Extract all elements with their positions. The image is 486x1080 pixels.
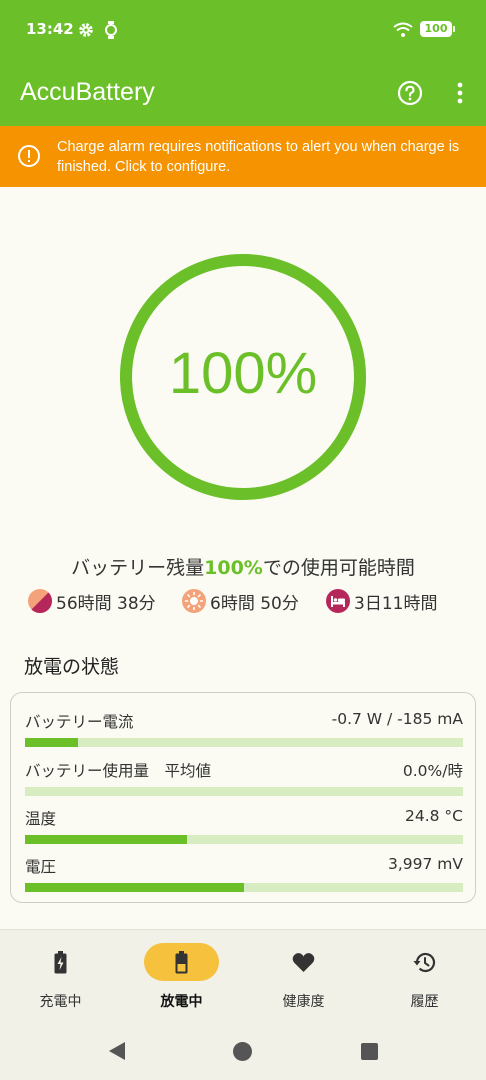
nav-label: 充電中 — [39, 994, 82, 1010]
discharge-section-title: 放電の状態 — [24, 656, 120, 678]
sleep-icon — [326, 589, 350, 613]
heart-icon — [291, 950, 316, 975]
gear-icon — [78, 22, 94, 42]
stat-bar-fill — [25, 883, 244, 892]
estimate-combined-value: 56時間 38分 — [56, 593, 156, 614]
nav-health[interactable]: 健康度 — [243, 930, 364, 1022]
stat-label: 温度 — [25, 810, 57, 828]
nav-label: 放電中 — [160, 994, 203, 1010]
status-time: 13:42 — [26, 20, 74, 38]
stat-bar-track — [25, 738, 463, 747]
estimate-sleep: 3日11時間 — [326, 588, 437, 614]
discharge-stats-card: バッテリー電流 -0.7 W / -185 mA バッテリー使用量 平均値 0.… — [10, 692, 476, 903]
stat-bar-track — [25, 787, 463, 796]
app-bar: AccuBattery — [0, 60, 486, 126]
stat-label: バッテリー電流 — [25, 713, 134, 731]
nav-label: 健康度 — [282, 994, 325, 1010]
battery-discharging-icon — [169, 950, 194, 975]
system-nav-bar — [0, 1021, 486, 1080]
estimate-title-prefix: バッテリー残量 — [71, 557, 205, 579]
stat-bar-track — [25, 835, 463, 844]
alert-circle-icon — [17, 144, 41, 172]
bottom-nav: 充電中 放電中 健康度 履歴 — [0, 929, 486, 1021]
stat-bar-fill — [25, 738, 78, 747]
estimate-sleep-value: 3日11時間 — [354, 593, 438, 614]
stat-bar-fill — [25, 835, 188, 844]
back-icon[interactable] — [108, 1041, 126, 1065]
watch-icon — [104, 21, 118, 43]
status-bar: 13:42 100 — [0, 0, 486, 60]
estimate-title: バッテリー残量100%での使用可能時間 — [0, 553, 486, 580]
alert-text: Charge alarm requires notifications to a… — [57, 139, 460, 175]
more-vert-icon[interactable] — [452, 80, 468, 106]
screen-on-icon — [182, 589, 206, 613]
wifi-icon — [393, 22, 413, 41]
nav-label: 履歴 — [410, 994, 439, 1010]
estimate-screen-on-value: 6時間 50分 — [210, 593, 299, 614]
estimate-combined: 56時間 38分 — [28, 588, 156, 614]
charge-alarm-banner[interactable]: Charge alarm requires notifications to a… — [0, 126, 486, 187]
stat-value: 3,997 mV — [387, 855, 463, 873]
home-icon[interactable] — [233, 1042, 252, 1061]
stat-value: 24.8 °C — [404, 807, 463, 825]
app-title: AccuBattery — [20, 78, 155, 106]
battery-percent: 100% — [168, 341, 318, 406]
estimate-title-suffix: での使用可能時間 — [262, 557, 415, 579]
battery-charging-icon — [48, 950, 73, 975]
nav-discharging[interactable]: 放電中 — [121, 930, 242, 1022]
stat-value: 0.0%/時 — [402, 762, 463, 780]
stat-label: バッテリー使用量 平均値 — [25, 762, 212, 780]
recents-icon[interactable] — [361, 1043, 378, 1060]
screen-on-off-icon — [28, 589, 53, 614]
battery-icon: 100 — [420, 21, 455, 37]
stat-value: -0.7 W / -185 mA — [331, 710, 463, 728]
help-icon[interactable] — [397, 80, 423, 106]
history-icon — [412, 950, 437, 975]
estimate-title-highlight: 100% — [204, 557, 263, 579]
nav-charging[interactable]: 充電中 — [0, 930, 121, 1022]
stat-label: 電圧 — [25, 858, 57, 876]
stat-bar-track — [25, 883, 463, 892]
estimate-screen-on: 6時間 50分 — [182, 588, 299, 614]
nav-history[interactable]: 履歴 — [364, 930, 485, 1022]
